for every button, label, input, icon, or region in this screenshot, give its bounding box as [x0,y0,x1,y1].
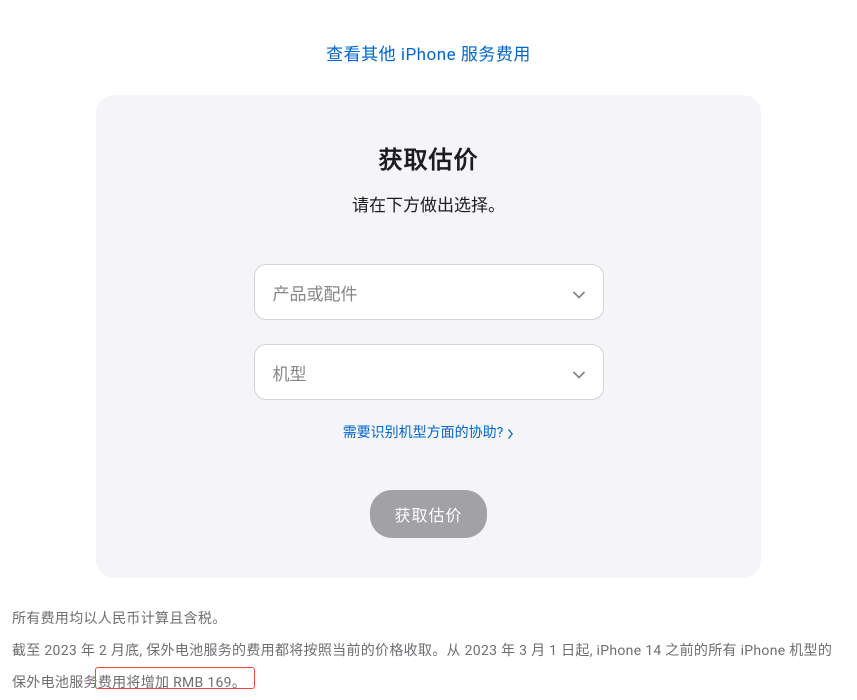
help-link-label: 需要识别机型方面的协助? [343,422,504,442]
model-select-placeholder: 机型 [273,360,307,385]
footer-note: 所有费用均以人民币计算且含税。 截至 2023 年 2 月底, 保外电池服务的费… [10,603,847,700]
footer-line2: 截至 2023 年 2 月底, 保外电池服务的费用都将按照当前的价格收取。从 2… [12,635,845,699]
help-identify-model-link[interactable]: 需要识别机型方面的协助? [343,422,515,442]
estimate-card: 获取估价 请在下方做出选择。 产品或配件 机型 需要识别机型方面的协助? [96,95,761,578]
model-select[interactable]: 机型 [254,344,604,400]
highlighted-price-increase: 费用将增加 RMB 169。 [98,675,246,691]
footer-line1: 所有费用均以人民币计算且含税。 [12,603,845,635]
chevron-right-icon [507,427,514,437]
card-title: 获取估价 [136,140,721,175]
product-select-placeholder: 产品或配件 [273,280,358,305]
view-other-services-link[interactable]: 查看其他 iPhone 服务费用 [326,45,531,65]
chevron-down-icon [573,366,585,378]
product-select[interactable]: 产品或配件 [254,264,604,320]
card-subtitle: 请在下方做出选择。 [136,191,721,216]
get-estimate-button[interactable]: 获取估价 [370,490,486,538]
chevron-down-icon [573,286,585,298]
